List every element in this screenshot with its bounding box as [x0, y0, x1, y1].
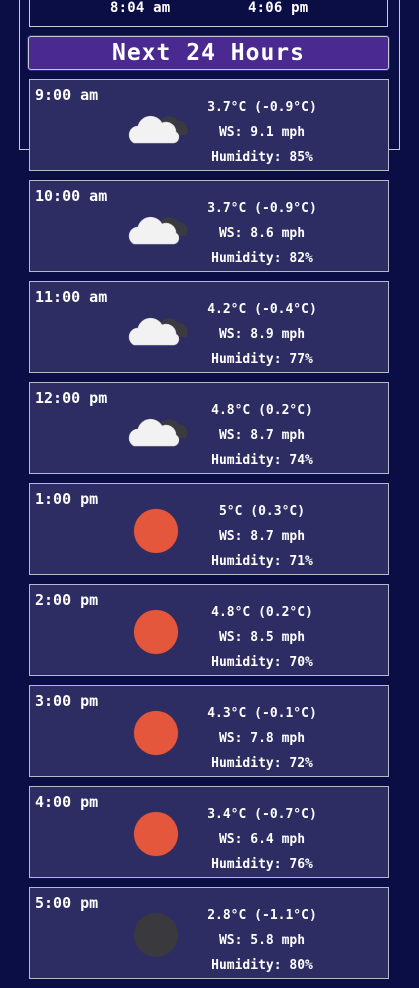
hour-time: 3:00 pm	[35, 692, 99, 710]
hour-time: 2:00 pm	[35, 591, 99, 609]
hour-card: 4:00 pm 3.4°C (-0.7°C) WS: 6.4 mph Humidity…	[29, 786, 389, 878]
humidity-text: Humidity: 82%	[211, 251, 313, 266]
temperature-text: 3.7°C (-0.9°C)	[207, 100, 317, 115]
hour-card: 1:00 pm 5°C (0.3°C) WS: 8.7 mph Humidity: 7…	[29, 483, 389, 575]
hour-card: 10:00 am 3.7°C (-0.9°C) WS: 8.6 mph Humidit…	[29, 180, 389, 272]
hour-details: 2.8°C (-1.1°C) WS: 5.8 mph Humidity: 80%	[187, 903, 337, 978]
partly-cloudy-icon	[124, 206, 190, 256]
moon-icon	[124, 913, 190, 963]
partly-cloudy-icon	[124, 307, 190, 357]
hour-card: 2:00 pm 4.8°C (0.2°C) WS: 8.5 mph Humidity:…	[29, 584, 389, 676]
sun-icon	[124, 610, 190, 660]
wind-speed-text: WS: 8.5 mph	[218, 630, 306, 645]
sun-icon	[124, 711, 190, 761]
hour-card: 12:00 pm 4.8°C (0.2°C) WS: 8.7 mph Humidity…	[29, 382, 389, 474]
hour-time: 1:00 pm	[35, 490, 99, 508]
hourly-forecast-list: 9:00 am 3.7°C (-0.9°C) WS: 9.1 mph Humidity…	[29, 79, 389, 988]
temperature-text: 4.8°C (0.2°C)	[211, 403, 313, 418]
humidity-text: Humidity: 77%	[211, 352, 313, 367]
wind-speed-text: WS: 5.8 mph	[218, 933, 306, 948]
partly-cloudy-icon	[124, 408, 190, 458]
wind-speed-text: WS: 6.4 mph	[218, 832, 306, 847]
humidity-text: Humidity: 80%	[211, 958, 313, 973]
hour-details: 5°C (0.3°C) WS: 8.7 mph Humidity: 71%	[187, 499, 337, 574]
temperature-text: 4.8°C (0.2°C)	[211, 605, 313, 620]
hour-details: 3.4°C (-0.7°C) WS: 6.4 mph Humidity: 76%	[187, 802, 337, 877]
hour-card: 3:00 pm 4.3°C (-0.1°C) WS: 7.8 mph Humidity…	[29, 685, 389, 777]
hour-time: 5:00 pm	[35, 894, 99, 912]
wind-speed-text: WS: 8.7 mph	[218, 529, 306, 544]
hour-card: 5:00 pm 2.8°C (-1.1°C) WS: 5.8 mph Humidity…	[29, 887, 389, 979]
humidity-text: Humidity: 74%	[211, 453, 313, 468]
wind-speed-text: WS: 8.6 mph	[218, 226, 306, 241]
hour-time: 9:00 am	[35, 86, 99, 104]
sun-times-card: 8:04 am 4:06 pm	[29, 0, 388, 27]
hour-details: 3.7°C (-0.9°C) WS: 9.1 mph Humidity: 85%	[187, 95, 337, 170]
hour-card: 9:00 am 3.7°C (-0.9°C) WS: 9.1 mph Humidity…	[29, 79, 389, 171]
hour-time: 11:00 am	[35, 288, 108, 306]
humidity-text: Humidity: 71%	[211, 554, 313, 569]
hour-details: 4.3°C (-0.1°C) WS: 7.8 mph Humidity: 72%	[187, 701, 337, 776]
hour-time: 10:00 am	[35, 187, 108, 205]
partly-cloudy-icon	[124, 105, 190, 155]
sun-icon	[124, 812, 190, 862]
wind-speed-text: WS: 9.1 mph	[218, 125, 306, 140]
wind-speed-text: WS: 8.7 mph	[218, 428, 306, 443]
wind-speed-text: WS: 7.8 mph	[218, 731, 306, 746]
sunrise-time: 8:04 am	[110, 0, 171, 16]
sunset-time: 4:06 pm	[248, 0, 309, 16]
humidity-text: Humidity: 70%	[211, 655, 313, 670]
temperature-text: 3.7°C (-0.9°C)	[207, 201, 317, 216]
sun-icon	[124, 509, 190, 559]
temperature-text: 5°C (0.3°C)	[218, 504, 306, 519]
hour-details: 4.8°C (0.2°C) WS: 8.5 mph Humidity: 70%	[187, 600, 337, 675]
hour-time: 4:00 pm	[35, 793, 99, 811]
hour-details: 3.7°C (-0.9°C) WS: 8.6 mph Humidity: 82%	[187, 196, 337, 271]
hour-details: 4.8°C (0.2°C) WS: 8.7 mph Humidity: 74%	[187, 398, 337, 473]
wind-speed-text: WS: 8.9 mph	[218, 327, 306, 342]
humidity-text: Humidity: 85%	[211, 150, 313, 165]
section-title: Next 24 Hours	[28, 36, 389, 70]
temperature-text: 4.2°C (-0.4°C)	[207, 302, 317, 317]
humidity-text: Humidity: 76%	[211, 857, 313, 872]
temperature-text: 4.3°C (-0.1°C)	[207, 706, 317, 721]
humidity-text: Humidity: 72%	[211, 756, 313, 771]
temperature-text: 2.8°C (-1.1°C)	[207, 908, 317, 923]
hour-time: 12:00 pm	[35, 389, 108, 407]
hour-details: 4.2°C (-0.4°C) WS: 8.9 mph Humidity: 77%	[187, 297, 337, 372]
hour-card: 11:00 am 4.2°C (-0.4°C) WS: 8.9 mph Humidit…	[29, 281, 389, 373]
temperature-text: 3.4°C (-0.7°C)	[207, 807, 317, 822]
